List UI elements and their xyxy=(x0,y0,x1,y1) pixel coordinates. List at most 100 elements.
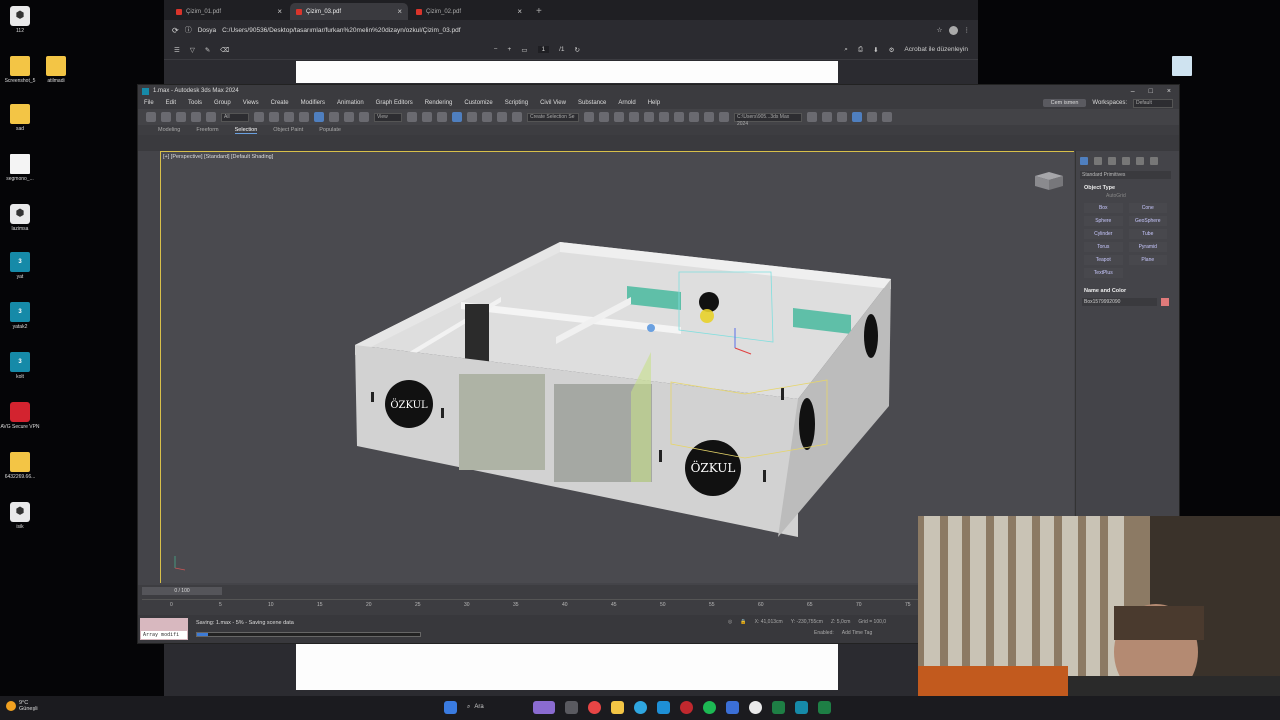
primitive-cone-button[interactable]: Cone xyxy=(1128,203,1167,213)
unlink-icon[interactable] xyxy=(191,112,201,122)
opera-icon[interactable] xyxy=(680,700,693,714)
star-icon[interactable]: ☆ xyxy=(937,26,943,34)
telegram-icon[interactable] xyxy=(726,700,739,714)
url-field[interactable]: C:/Users/90536/Desktop/tasarımlar/furkan… xyxy=(222,27,931,34)
asset-icon[interactable] xyxy=(867,112,877,122)
z-coord-field[interactable]: Z: 5,0cm xyxy=(831,619,850,625)
minimize-icon[interactable]: – xyxy=(1131,88,1135,95)
display-tab-icon[interactable] xyxy=(1136,157,1144,165)
menu-modifiers[interactable]: Modifiers xyxy=(301,100,325,106)
page-number-field[interactable]: 1 xyxy=(537,46,550,53)
autodesk-icon[interactable] xyxy=(749,700,762,714)
print-icon[interactable]: ⎙ xyxy=(858,46,863,54)
desktop-icon-5[interactable]: ⬢ lazimsa xyxy=(0,204,40,232)
align-icon[interactable] xyxy=(599,112,609,122)
manipulate-icon[interactable] xyxy=(422,112,432,122)
render-setup-icon[interactable] xyxy=(689,112,699,122)
motion-tab-icon[interactable] xyxy=(1122,157,1130,165)
spinner-snap-icon[interactable] xyxy=(497,112,507,122)
browser-tab-1[interactable]: Çizim_01.pdf × xyxy=(170,3,288,20)
profile-avatar[interactable] xyxy=(948,25,958,35)
menu-graph-editors[interactable]: Graph Editors xyxy=(376,100,413,106)
menu-views[interactable]: Views xyxy=(243,100,259,106)
modify-tab-icon[interactable] xyxy=(1094,157,1102,165)
menu-help[interactable]: Help xyxy=(648,100,660,106)
primitive-teapot-button[interactable]: Teapot xyxy=(1084,255,1123,265)
select-rotate-icon[interactable] xyxy=(329,112,339,122)
ribbon-tab-populate[interactable]: Populate xyxy=(319,127,341,133)
settings-icon[interactable]: ⚙ xyxy=(889,46,895,54)
save-icon[interactable]: ⬇ xyxy=(873,46,878,54)
ribbon-tab-modeling[interactable]: Modeling xyxy=(158,127,180,133)
object-color-swatch[interactable] xyxy=(1161,298,1169,306)
fit-icon[interactable]: ▭ xyxy=(521,46,527,54)
layer-explorer-icon[interactable] xyxy=(614,112,624,122)
info-icon[interactable]: ⓘ xyxy=(185,25,192,35)
select-by-name-icon[interactable] xyxy=(269,112,279,122)
desktop-icon-0[interactable]: ⬢ 112 xyxy=(0,6,40,34)
primitive-torus-button[interactable]: Torus xyxy=(1084,242,1123,252)
open-icon[interactable] xyxy=(822,112,832,122)
close-tab-icon[interactable]: × xyxy=(517,7,522,16)
create-tab-icon[interactable] xyxy=(1080,157,1088,165)
menu-group[interactable]: Group xyxy=(214,100,231,106)
news-icon[interactable] xyxy=(533,700,555,714)
viewcube-icon[interactable] xyxy=(1035,172,1063,190)
desktop-icon-8[interactable]: 3 kolt xyxy=(0,352,40,380)
menu-civil-view[interactable]: Civil View xyxy=(540,100,566,106)
menu-animation[interactable]: Animation xyxy=(337,100,364,106)
project-icon[interactable] xyxy=(807,112,817,122)
undo-icon[interactable] xyxy=(146,112,156,122)
time-slider[interactable]: 0 / 100 xyxy=(142,587,222,595)
primitive-cylinder-button[interactable]: Cylinder xyxy=(1084,229,1123,239)
primitive-box-button[interactable]: Box xyxy=(1084,203,1123,213)
store-icon[interactable] xyxy=(657,700,670,714)
maximize-icon[interactable]: □ xyxy=(1149,88,1153,95)
primitive-geosphere-button[interactable]: GeoSphere xyxy=(1128,216,1167,226)
keyboard-shortcut-icon[interactable] xyxy=(437,112,447,122)
ribbon-tab-object-paint[interactable]: Object Paint xyxy=(273,127,303,133)
isolate-icon[interactable]: ◎ xyxy=(728,619,732,625)
menu-edit[interactable]: Edit xyxy=(166,100,176,106)
primitive-textplus-button[interactable]: TextPlus xyxy=(1084,268,1123,278)
mirror-icon[interactable] xyxy=(584,112,594,122)
desktop-icon-9[interactable]: AVG Secure VPN xyxy=(0,402,40,430)
close-tab-icon[interactable]: × xyxy=(277,7,282,16)
desktop-icon-10[interactable]: 6432269.66... xyxy=(0,452,40,480)
ribbon-tab-freeform[interactable]: Freeform xyxy=(196,127,218,133)
acrobat-edit-button[interactable]: Acrobat ile düzenleyin xyxy=(904,46,968,53)
render-icon[interactable] xyxy=(719,112,729,122)
edge-icon[interactable] xyxy=(634,700,647,714)
weather-widget[interactable]: 9°C Güneşli xyxy=(6,700,38,712)
y-coord-field[interactable]: Y: -230,755cm xyxy=(791,619,823,625)
window-crossing-icon[interactable] xyxy=(299,112,309,122)
primitive-tube-button[interactable]: Tube xyxy=(1128,229,1167,239)
add-time-tag-button[interactable]: Add Time Tag xyxy=(842,630,872,636)
x-coord-field[interactable]: X: 41,013cm xyxy=(755,619,783,625)
reload-icon[interactable]: ⟳ xyxy=(172,26,179,35)
primitive-pyramid-button[interactable]: Pyramid xyxy=(1128,242,1167,252)
save-icon[interactable] xyxy=(837,112,847,122)
redo-icon[interactable] xyxy=(161,112,171,122)
primitive-plane-button[interactable]: Plane xyxy=(1128,255,1167,265)
draw-icon[interactable]: ✎ xyxy=(205,46,210,54)
workspace-dropdown[interactable]: Default xyxy=(1133,98,1173,108)
new-tab-button[interactable]: + xyxy=(536,6,542,17)
desktop-icon-7[interactable]: 3 yatak2 xyxy=(0,302,40,330)
schematic-view-icon[interactable] xyxy=(659,112,669,122)
scene-explorer-icon[interactable] xyxy=(852,112,862,122)
bind-spacewarp-icon[interactable] xyxy=(206,112,216,122)
project-path-field[interactable]: C:\Users\905...3ds Max 2024 xyxy=(734,112,802,127)
maxscript-listener[interactable]: Array modifi xyxy=(140,618,188,640)
selection-filter-dropdown[interactable]: All xyxy=(221,112,249,122)
search-icon[interactable]: ⌕ xyxy=(844,46,848,54)
sheets-icon[interactable] xyxy=(818,700,831,714)
desktop-icon-6[interactable]: 3 yat xyxy=(0,252,40,280)
help-icon[interactable] xyxy=(882,112,892,122)
close-tab-icon[interactable]: × xyxy=(397,7,402,16)
material-editor-icon[interactable] xyxy=(674,112,684,122)
zoom-in-icon[interactable]: + xyxy=(508,46,512,53)
user-account-button[interactable]: Cem ismen xyxy=(1042,99,1087,107)
utilities-tab-icon[interactable] xyxy=(1150,157,1158,165)
object-type-rollout[interactable]: Object Type xyxy=(1076,185,1175,191)
